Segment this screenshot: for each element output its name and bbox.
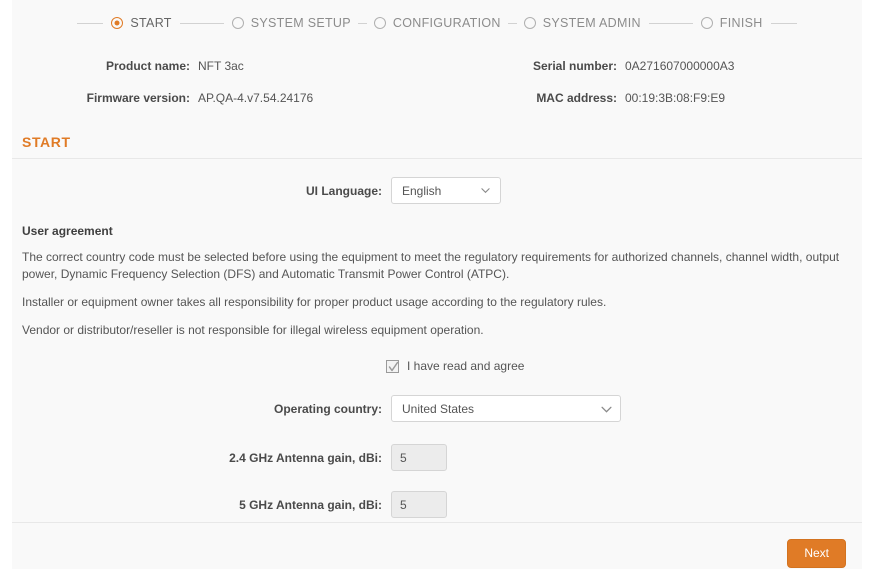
stepper-connector — [179, 22, 224, 24]
chevron-down-icon — [481, 186, 490, 195]
firmware-version-label: Firmware version: — [86, 91, 190, 105]
antenna-gain-5-label: 5 GHz Antenna gain, dBi: — [239, 497, 382, 512]
antenna-gain-5-value: 5 — [400, 497, 407, 512]
radio-filled-icon — [111, 17, 124, 29]
stepper-connector — [357, 22, 367, 24]
device-info-row: Product name: NFT 3ac Serial number: 0A2… — [12, 50, 862, 82]
wizard-footer: Next — [12, 522, 862, 569]
page-title: START — [22, 134, 71, 150]
antenna-gain-24-value: 5 — [400, 450, 407, 465]
antenna-gain-5-input[interactable]: 5 — [391, 491, 447, 518]
ui-language-select[interactable]: English — [391, 177, 501, 204]
operating-country-select[interactable]: United States — [391, 395, 621, 422]
serial-number-value: 0A271607000000A3 — [625, 59, 735, 73]
firmware-version-field: Firmware version: AP.QA-4.v7.54.24176 — [12, 91, 442, 105]
wizard-step-system-setup[interactable]: SYSTEM SETUP — [231, 16, 351, 30]
wizard-step-label: SYSTEM SETUP — [250, 16, 351, 30]
wizard-step-system-admin[interactable]: SYSTEM ADMIN — [523, 16, 641, 30]
start-form: UI Language: English User agreement The … — [12, 159, 862, 518]
stepper-connector — [648, 22, 693, 24]
antenna-gain-24-input[interactable]: 5 — [391, 444, 447, 471]
mac-address-label: MAC address: — [536, 91, 617, 105]
antenna-gain-24-label: 2.4 GHz Antenna gain, dBi: — [229, 450, 382, 465]
antenna-gain-24-row: 2.4 GHz Antenna gain, dBi: 5 — [12, 444, 862, 471]
user-agreement-heading: User agreement — [22, 224, 113, 238]
product-name-label: Product name: — [105, 59, 190, 73]
wizard-step-label: SYSTEM ADMIN — [542, 16, 641, 30]
agreement-checkbox-row: I have read and agree — [12, 359, 862, 373]
agreement-checkbox[interactable] — [386, 359, 399, 373]
mac-address-value: 00:19:3B:08:F9:E9 — [625, 91, 726, 105]
radio-empty-icon — [373, 17, 386, 29]
radio-empty-icon — [523, 17, 536, 29]
user-agreement-paragraph: Installer or equipment owner takes all r… — [22, 295, 607, 309]
agreement-checkbox-label: I have read and agree — [407, 359, 525, 373]
user-agreement-paragraph: The correct country code must be selecte… — [22, 250, 840, 281]
stepper-connector — [507, 22, 517, 24]
stepper-connector — [770, 22, 797, 24]
operating-country-label: Operating country: — [273, 401, 382, 416]
antenna-gain-5-row: 5 GHz Antenna gain, dBi: 5 — [12, 491, 862, 518]
serial-number-label: Serial number: — [532, 59, 617, 73]
operating-country-value: United States — [402, 401, 475, 416]
next-button[interactable]: Next — [787, 539, 846, 568]
serial-number-field: Serial number: 0A271607000000A3 — [442, 59, 842, 73]
wizard-step-label: START — [130, 16, 172, 30]
wizard-step-label: CONFIGURATION — [392, 16, 501, 30]
radio-empty-icon — [231, 17, 244, 29]
ui-language-value: English — [402, 183, 442, 198]
wizard-step-configuration[interactable]: CONFIGURATION — [373, 16, 501, 30]
ui-language-label: UI Language: — [305, 183, 382, 198]
device-info-row: Firmware version: AP.QA-4.v7.54.24176 MA… — [12, 82, 862, 114]
stepper-connector — [77, 22, 104, 24]
mac-address-field: MAC address: 00:19:3B:08:F9:E9 — [442, 91, 842, 105]
firmware-version-value: AP.QA-4.v7.54.24176 — [198, 91, 314, 105]
user-agreement-paragraph: Vendor or distributor/reseller is not re… — [22, 323, 484, 337]
wizard-page: START SYSTEM SETUP CONFIGURATION SYSTEM … — [12, 0, 862, 569]
wizard-step-label: FINISH — [719, 16, 763, 30]
wizard-stepper: START SYSTEM SETUP CONFIGURATION SYSTEM … — [12, 0, 862, 42]
radio-empty-icon — [700, 17, 713, 29]
device-info-panel: Product name: NFT 3ac Serial number: 0A2… — [12, 42, 862, 120]
chevron-down-icon — [601, 404, 612, 413]
operating-country-row: Operating country: United States — [12, 395, 862, 422]
divider — [12, 522, 862, 523]
product-name-value: NFT 3ac — [198, 59, 244, 73]
product-name-field: Product name: NFT 3ac — [12, 59, 442, 73]
wizard-step-finish[interactable]: FINISH — [700, 16, 763, 30]
ui-language-row: UI Language: English — [12, 177, 862, 204]
wizard-step-start[interactable]: START — [111, 16, 171, 30]
